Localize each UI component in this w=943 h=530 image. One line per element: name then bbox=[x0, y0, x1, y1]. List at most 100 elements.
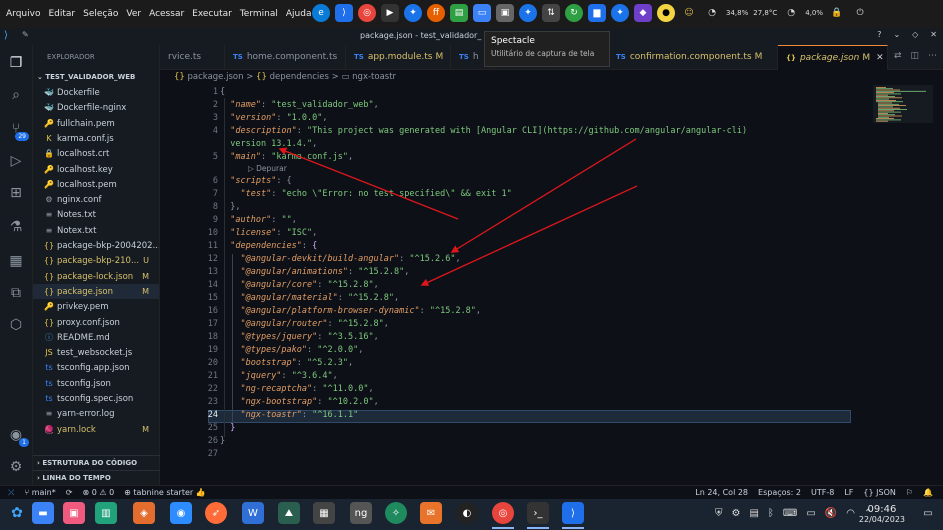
file-item[interactable]: ts tsconfig.json bbox=[33, 376, 159, 391]
system-monitor-icon[interactable]: ▦ bbox=[313, 502, 335, 524]
file-item[interactable]: ts tsconfig.app.json bbox=[33, 360, 159, 375]
project-folder-header[interactable]: ⌄ TEST_VALIDADOR_WEB bbox=[33, 70, 160, 84]
docker-icon[interactable]: ▦ bbox=[6, 251, 26, 271]
update-icon[interactable]: ↻ bbox=[565, 4, 583, 22]
run-debug-icon[interactable]: ▷ bbox=[6, 151, 26, 171]
weather-sun-icon[interactable]: ● bbox=[657, 4, 675, 22]
file-item[interactable]: 🔑 localhost.key bbox=[33, 162, 159, 177]
network-icon[interactable]: ✧ bbox=[385, 502, 407, 524]
chrome-icon[interactable]: ◎ bbox=[358, 4, 376, 22]
file-item[interactable]: 🐳 Dockerfile bbox=[33, 85, 159, 100]
show-desktop-icon[interactable]: ▭ bbox=[918, 502, 938, 524]
clock[interactable]: 09:46 22/04/2023 bbox=[859, 505, 905, 525]
image-viewer-icon[interactable]: ⛰ bbox=[278, 502, 300, 524]
menu-arquivo[interactable]: Arquivo bbox=[6, 9, 40, 19]
sync-icon[interactable]: ⟳ bbox=[66, 486, 73, 499]
wifi-icon[interactable]: ◠ bbox=[846, 508, 855, 519]
accounts-icon[interactable]: ◉ 1 bbox=[6, 425, 29, 447]
browser-icon[interactable]: ✦ bbox=[611, 4, 629, 22]
settings-app-icon[interactable]: ✦ bbox=[404, 4, 422, 22]
storage-icon[interactable]: ▭ bbox=[806, 508, 815, 519]
word-processor-icon[interactable]: W bbox=[242, 502, 264, 524]
tab-package-json[interactable]: {} package.json M ✕ bbox=[778, 45, 888, 70]
notes-app-icon[interactable]: ▤ bbox=[450, 4, 468, 22]
postman-icon[interactable]: ➶ bbox=[205, 502, 227, 524]
chrome-taskbar-icon[interactable]: ◎ bbox=[492, 502, 514, 524]
edge-browser-icon[interactable]: e bbox=[312, 4, 330, 22]
volume-mute-icon[interactable]: 🔇 bbox=[825, 508, 837, 519]
firefox-icon[interactable]: ff bbox=[427, 4, 445, 22]
layers-app-icon[interactable]: ◈ bbox=[133, 502, 155, 524]
manjaro-icon[interactable]: ▥ bbox=[95, 502, 117, 524]
file-item[interactable]: JS test_websocket.js bbox=[33, 345, 159, 360]
bag-icon[interactable]: ▆ bbox=[588, 4, 606, 22]
file-item[interactable]: ≡ yarn-error.log bbox=[33, 406, 159, 421]
file-item[interactable]: ⚙ nginx.conf bbox=[33, 192, 159, 207]
zoom-icon[interactable]: ◉ bbox=[170, 502, 192, 524]
manage-gear-icon[interactable]: ⚙ bbox=[6, 457, 26, 477]
menu-terminal[interactable]: Terminal bbox=[240, 9, 278, 19]
timeline-section[interactable]: › LINHA DO TEMPO bbox=[33, 470, 160, 484]
screenshot-app-icon[interactable]: ▣ bbox=[63, 502, 85, 524]
file-item[interactable]: 🔑 fullchain.pem bbox=[33, 116, 159, 131]
ngx-toastr-app-icon[interactable]: ng bbox=[350, 502, 372, 524]
extensions-icon[interactable]: ⊞ bbox=[6, 183, 26, 203]
encoding[interactable]: UTF-8 bbox=[811, 486, 834, 499]
close-icon[interactable]: ✕ bbox=[930, 30, 937, 39]
terminal-icon[interactable]: ▶ bbox=[381, 4, 399, 22]
package-icon[interactable]: ⬡ bbox=[6, 315, 26, 335]
outline-section[interactable]: › ESTRUTURA DO CÓDIGO bbox=[33, 455, 160, 469]
emoji-icon[interactable]: ☺ bbox=[680, 4, 698, 22]
shield-icon[interactable]: ⛨ bbox=[715, 508, 723, 519]
cursor-position[interactable]: Ln 24, Col 28 bbox=[695, 486, 748, 499]
indentation[interactable]: Espaços: 2 bbox=[758, 486, 801, 499]
keyboard-icon[interactable]: ⌨ bbox=[783, 508, 797, 519]
media-icon[interactable]: ◆ bbox=[634, 4, 652, 22]
file-item[interactable]: 🔑 localhost.pem bbox=[33, 177, 159, 192]
tabnine-indicator[interactable]: ⊕ tabnine starter 👍 bbox=[124, 486, 206, 499]
bluetooth-icon[interactable]: ᛒ bbox=[768, 508, 774, 519]
tab-home-component[interactable]: TS home.component.ts bbox=[225, 45, 346, 70]
debug-codelens[interactable]: ▷ Depurar bbox=[248, 163, 287, 174]
file-item[interactable]: 🔑 privkey.pem bbox=[33, 299, 159, 314]
menu-acessar[interactable]: Acessar bbox=[149, 9, 184, 19]
minimize-icon[interactable]: ⌄ bbox=[893, 30, 900, 39]
minimap[interactable] bbox=[873, 85, 933, 145]
settings-icon[interactable]: ⚙ bbox=[732, 508, 741, 519]
testing-icon[interactable]: ⚗ bbox=[6, 217, 26, 237]
breadcrumb-dependencies[interactable]: dependencies bbox=[270, 72, 329, 82]
breadcrumb-file[interactable]: package.json bbox=[188, 72, 244, 82]
file-item[interactable]: 🐳 Dockerfile-nginx bbox=[33, 100, 159, 115]
line-ending[interactable]: LF bbox=[844, 486, 853, 499]
file-item[interactable]: {} package-bkp-2004202... bbox=[33, 238, 159, 253]
remote-indicator[interactable]: ⤫ bbox=[8, 486, 14, 499]
problems-indicator[interactable]: ⊗ 0 ⚠ 0 bbox=[82, 486, 114, 499]
app-launcher-icon[interactable]: ✿ bbox=[6, 502, 28, 524]
breadcrumb-ngx-toastr[interactable]: ngx-toastr bbox=[352, 72, 396, 82]
clipboard-icon[interactable]: ▤ bbox=[749, 508, 758, 519]
file-item[interactable]: {} package-lock.json M bbox=[33, 269, 159, 284]
source-control-icon[interactable]: ⑂ 29 bbox=[6, 119, 29, 141]
file-item[interactable]: 🔒 localhost.crt bbox=[33, 146, 159, 161]
mixer-icon[interactable]: ⇅ bbox=[542, 4, 560, 22]
mail-icon[interactable]: ✉ bbox=[420, 502, 442, 524]
menu-executar[interactable]: Executar bbox=[192, 9, 232, 19]
screen-icon[interactable]: ▣ bbox=[496, 4, 514, 22]
feedback-icon[interactable]: ⚐ bbox=[906, 486, 913, 499]
file-item[interactable]: 🧶 yarn.lock M bbox=[33, 422, 159, 437]
file-item[interactable]: {} package.json M bbox=[33, 283, 159, 299]
file-item[interactable]: ≡ Notex.txt bbox=[33, 223, 159, 238]
terminal-taskbar-icon[interactable]: ›_ bbox=[527, 502, 549, 524]
pin-icon[interactable]: ✎ bbox=[22, 30, 29, 39]
network-app-icon[interactable]: ✦ bbox=[519, 4, 537, 22]
menu-ver[interactable]: Ver bbox=[126, 9, 141, 19]
tab-service[interactable]: rvice.ts bbox=[160, 45, 225, 70]
split-editor-icon[interactable]: ◫ bbox=[910, 51, 919, 61]
keep-above-icon[interactable]: ? bbox=[877, 30, 881, 39]
vscode-taskbar-icon[interactable]: ⟩ bbox=[562, 502, 584, 524]
maximize-icon[interactable]: ◇ bbox=[912, 30, 918, 39]
code-editor[interactable]: ▷ Depurar 1{2 "name": "test_validador_we… bbox=[160, 85, 943, 485]
more-actions-icon[interactable]: ⋯ bbox=[928, 51, 937, 61]
menu-editar[interactable]: Editar bbox=[48, 9, 75, 19]
branch-indicator[interactable]: ⑂ main* bbox=[24, 486, 55, 499]
